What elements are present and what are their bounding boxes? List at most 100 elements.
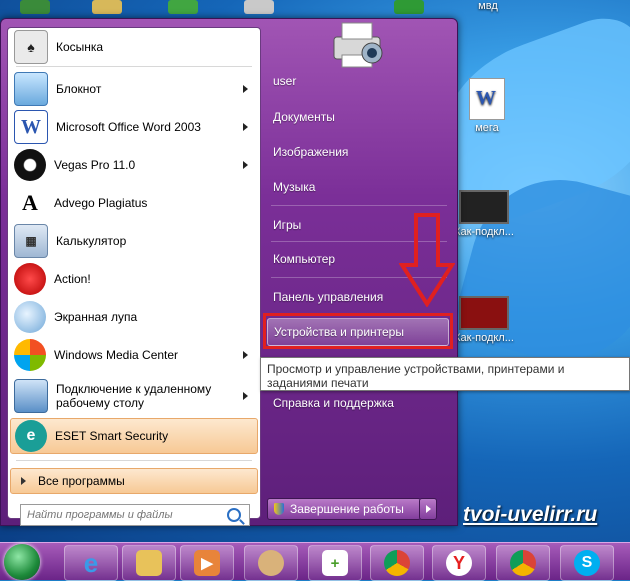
program-label: Калькулятор bbox=[56, 234, 127, 248]
right-item-label: Музыка bbox=[273, 180, 316, 194]
program-item-eset[interactable]: e ESET Smart Security bbox=[10, 418, 258, 454]
word-icon: W bbox=[14, 110, 48, 144]
taskbar-app[interactable]: + bbox=[308, 545, 362, 581]
media-center-icon bbox=[14, 339, 46, 371]
right-item-label: Изображения bbox=[273, 145, 349, 159]
notepad-icon bbox=[14, 72, 48, 106]
desktop-icon-mvd[interactable]: мвд bbox=[456, 0, 520, 12]
search-input[interactable] bbox=[21, 508, 227, 522]
chrome-canary-icon bbox=[510, 550, 536, 576]
taskbar-app[interactable] bbox=[244, 545, 298, 581]
yandex-icon: Y bbox=[446, 550, 472, 576]
advego-icon: A bbox=[14, 187, 46, 219]
divider bbox=[16, 66, 252, 67]
word-document-icon bbox=[469, 78, 505, 120]
notepad-plus-icon: + bbox=[322, 550, 348, 576]
submenu-arrow-icon bbox=[243, 351, 248, 359]
program-label: Блокнот bbox=[56, 82, 102, 96]
right-item-label: Справка и поддержка bbox=[273, 396, 394, 410]
submenu-arrow-icon bbox=[243, 392, 248, 400]
program-label: Экранная лупа bbox=[54, 310, 138, 324]
desktop-icon-label: Как-подкл... bbox=[454, 332, 514, 344]
program-item-notepad[interactable]: Блокнот bbox=[10, 72, 256, 106]
program-label: Vegas Pro 11.0 bbox=[54, 158, 136, 172]
program-item-magnifier[interactable]: Экранная лупа bbox=[10, 300, 256, 334]
action-icon bbox=[14, 263, 46, 295]
desktop-icon-laptop-1[interactable]: Как-подкл... bbox=[452, 190, 516, 238]
taskbar-app[interactable] bbox=[370, 545, 424, 581]
calculator-icon: ▦ bbox=[14, 224, 48, 258]
shutdown-label: Завершение работы bbox=[290, 502, 404, 516]
program-label: Windows Media Center bbox=[54, 348, 179, 362]
desktop-icon-label: мвд bbox=[478, 0, 498, 12]
taskbar-app[interactable] bbox=[122, 545, 176, 581]
desktop-icon-top[interactable] bbox=[244, 0, 274, 14]
annotation-highlight-box bbox=[263, 313, 453, 349]
start-menu: ♠ Косынка Блокнот W Microsoft Office Wor… bbox=[0, 18, 458, 526]
program-label: ESET Smart Security bbox=[55, 429, 169, 443]
right-item-label: Панель управления bbox=[273, 290, 384, 304]
skype-icon: S bbox=[574, 550, 600, 576]
program-item-media-center[interactable]: Windows Media Center bbox=[10, 338, 256, 372]
desktop-icon-top[interactable] bbox=[394, 0, 424, 14]
annotation-arrow-down-icon bbox=[399, 213, 455, 307]
arrow-right-icon bbox=[21, 477, 26, 485]
right-item-label: Документы bbox=[273, 110, 335, 124]
program-item-action[interactable]: Action! bbox=[10, 262, 256, 296]
program-item-vegas[interactable]: Vegas Pro 11.0 bbox=[10, 148, 256, 182]
desktop-icon-label: Как-подкл... bbox=[454, 226, 514, 238]
tooltip-text: Просмотр и управление устройствами, прин… bbox=[267, 362, 565, 390]
submenu-arrow-icon bbox=[243, 123, 248, 131]
all-programs-button[interactable]: Все программы bbox=[10, 468, 258, 494]
media-player-icon: ▶ bbox=[194, 550, 220, 576]
printer-icon bbox=[333, 22, 383, 68]
right-item-documents[interactable]: Документы bbox=[267, 103, 449, 131]
program-item-word[interactable]: W Microsoft Office Word 2003 bbox=[10, 110, 256, 144]
right-item-pictures[interactable]: Изображения bbox=[267, 138, 449, 166]
program-label: Косынка bbox=[56, 40, 104, 54]
program-item-solitaire[interactable]: ♠ Косынка bbox=[10, 30, 256, 64]
desktop-icon-label: мега bbox=[475, 122, 499, 134]
desktop-icon-top[interactable] bbox=[168, 0, 198, 14]
eset-icon: e bbox=[15, 420, 47, 452]
all-programs-label: Все программы bbox=[38, 474, 125, 488]
right-item-user[interactable]: user bbox=[267, 67, 449, 95]
taskbar-app[interactable] bbox=[496, 545, 550, 581]
right-item-music[interactable]: Музыка bbox=[267, 173, 449, 201]
remote-desktop-icon bbox=[14, 379, 48, 413]
solitaire-icon: ♠ bbox=[14, 30, 48, 64]
program-item-remote-desktop[interactable]: Подключение к удаленному рабочему столу bbox=[10, 376, 256, 416]
submenu-arrow-icon bbox=[243, 161, 248, 169]
search-icon bbox=[227, 508, 241, 522]
shutdown-options-button[interactable] bbox=[419, 498, 437, 520]
divider bbox=[271, 205, 447, 206]
program-label: Action! bbox=[54, 272, 91, 286]
start-menu-programs-pane: ♠ Косынка Блокнот W Microsoft Office Wor… bbox=[7, 27, 261, 526]
right-item-help[interactable]: Справка и поддержка bbox=[267, 389, 449, 417]
program-label: Advego Plagiatus bbox=[54, 196, 148, 210]
taskbar: e ▶ + Y S bbox=[0, 542, 630, 581]
right-item-label: Компьютер bbox=[273, 252, 336, 266]
divider bbox=[16, 460, 252, 461]
magnifier-icon bbox=[14, 301, 46, 333]
taskbar-app[interactable]: S bbox=[560, 545, 614, 581]
taskbar-app[interactable]: e bbox=[64, 545, 118, 581]
desktop-icon-laptop-2[interactable]: Как-подкл... bbox=[452, 296, 516, 344]
search-box[interactable] bbox=[20, 504, 250, 526]
desktop-icon-mega[interactable]: мега bbox=[455, 78, 519, 134]
program-item-advego[interactable]: A Advego Plagiatus bbox=[10, 186, 256, 220]
program-label: Microsoft Office Word 2003 bbox=[56, 120, 201, 134]
program-label: Подключение к удаленному рабочему столу bbox=[56, 382, 212, 410]
taskbar-app[interactable]: ▶ bbox=[180, 545, 234, 581]
right-item-label: Игры bbox=[273, 218, 302, 232]
submenu-arrow-icon bbox=[243, 85, 248, 93]
shutdown-button[interactable]: Завершение работы bbox=[267, 498, 421, 520]
internet-explorer-icon: e bbox=[83, 547, 99, 578]
taskbar-app[interactable]: Y bbox=[432, 545, 486, 581]
watermark: tvoi-uvelirr.ru bbox=[463, 503, 598, 526]
desktop-icon-top[interactable] bbox=[20, 0, 50, 14]
start-button[interactable] bbox=[4, 544, 40, 580]
program-item-calculator[interactable]: ▦ Калькулятор bbox=[10, 224, 256, 258]
desktop-icon-top[interactable] bbox=[92, 0, 122, 14]
laptop-icon bbox=[459, 190, 509, 224]
